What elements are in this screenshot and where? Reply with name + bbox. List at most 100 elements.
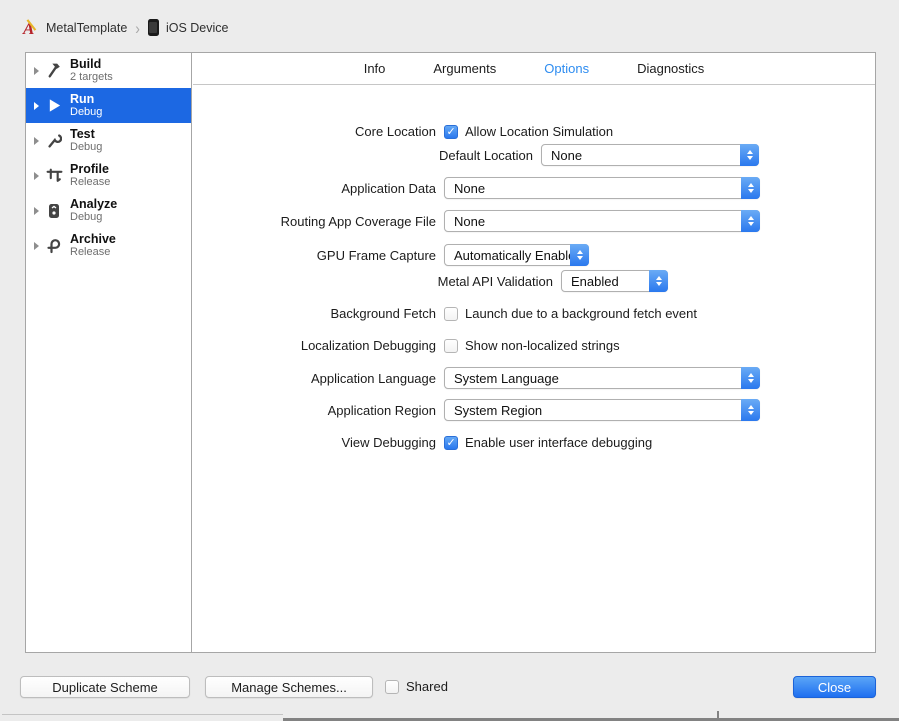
gpu-frame-capture-popup[interactable]: Automatically Enabled xyxy=(444,244,589,266)
form-row-routing-app-coverage-file: Routing App Coverage File None xyxy=(193,210,760,232)
tab-bar: Info Arguments Options Diagnostics xyxy=(193,53,875,85)
sidebar-item-title: Analyze xyxy=(70,196,118,211)
application-region-value: System Region xyxy=(454,402,543,418)
popup-stepper-icon[interactable] xyxy=(570,244,589,266)
sidebar-item-subtitle: 2 targets xyxy=(70,71,113,84)
archive-icon xyxy=(44,237,64,255)
analyze-icon xyxy=(44,202,64,220)
sidebar-item-subtitle: Debug xyxy=(70,106,103,119)
disclosure-triangle-icon[interactable] xyxy=(34,66,39,75)
options-form: Core Location Allow Location Simulation De… xyxy=(193,85,875,652)
view-debugging-checkbox[interactable] xyxy=(444,435,458,450)
popup-stepper-icon[interactable] xyxy=(741,399,760,421)
form-row-default-location: Default Location None xyxy=(193,144,759,166)
core-location-label: Core Location xyxy=(355,124,436,139)
scheme-editor-panel: Build 2 targets Run Debug Test Debug Profile Re… xyxy=(25,52,876,653)
core-location-checkbox-label: Allow Location Simulation xyxy=(465,124,614,139)
gpu-frame-capture-label: GPU Frame Capture xyxy=(316,247,436,263)
sidebar-item-subtitle: Release xyxy=(70,246,111,259)
localization-debugging-label: Localization Debugging xyxy=(300,338,436,353)
gpu-frame-capture-value: Automatically Enabled xyxy=(454,247,583,263)
disclosure-triangle-icon[interactable] xyxy=(34,206,39,215)
application-region-popup[interactable]: System Region xyxy=(444,399,760,421)
breadcrumb: A MetalTemplate › iOS Device xyxy=(20,17,229,38)
form-row-gpu-frame-capture: GPU Frame Capture Automatically Enabled xyxy=(193,244,589,266)
sidebar-item-title: Archive xyxy=(70,231,116,246)
default-location-value: None xyxy=(551,147,583,163)
sidebar-item-build[interactable]: Build 2 targets xyxy=(26,53,191,88)
metal-api-validation-value: Enabled xyxy=(571,273,619,289)
disclosure-triangle-icon[interactable] xyxy=(34,101,39,110)
localization-debugging-checkbox-label: Show non-localized strings xyxy=(465,338,620,353)
form-row-localization-debugging: Localization Debugging Show non-localized… xyxy=(193,338,620,353)
popup-stepper-icon[interactable] xyxy=(741,210,760,232)
manage-schemes-button[interactable]: Manage Schemes... xyxy=(205,676,373,698)
localization-debugging-checkbox[interactable] xyxy=(444,338,458,353)
breadcrumb-separator: › xyxy=(135,17,140,38)
sidebar-item-profile[interactable]: Profile Release xyxy=(26,158,191,193)
sidebar-item-run[interactable]: Run Debug xyxy=(26,88,191,123)
duplicate-scheme-button[interactable]: Duplicate Scheme xyxy=(20,676,190,698)
popup-stepper-icon[interactable] xyxy=(741,177,760,199)
shared-checkbox-group: Shared xyxy=(385,679,448,694)
application-language-popup[interactable]: System Language xyxy=(444,367,760,389)
form-row-application-region: Application Region System Region xyxy=(193,399,760,421)
sidebar-item-title: Build xyxy=(70,56,102,71)
sidebar-item-subtitle: Debug xyxy=(70,141,103,154)
disclosure-triangle-icon[interactable] xyxy=(34,136,39,145)
title-bar: A MetalTemplate › iOS Device xyxy=(0,0,899,52)
window-edge-tick xyxy=(717,711,719,721)
background-fetch-label: Background Fetch xyxy=(330,306,436,321)
background-fetch-checkbox-label: Launch due to a background fetch event xyxy=(465,306,698,321)
tab-arguments[interactable]: Arguments xyxy=(433,61,496,76)
disclosure-triangle-icon[interactable] xyxy=(34,171,39,180)
application-data-popup[interactable]: None xyxy=(444,177,760,199)
default-location-popup[interactable]: None xyxy=(541,144,759,166)
tab-diagnostics[interactable]: Diagnostics xyxy=(637,61,704,76)
wrench-icon xyxy=(44,132,64,150)
tab-options[interactable]: Options xyxy=(544,61,589,76)
view-debugging-checkbox-label: Enable user interface debugging xyxy=(465,435,653,450)
options-pane: Info Arguments Options Diagnostics Core Loc… xyxy=(193,53,875,652)
sidebar-item-title: Test xyxy=(70,126,95,141)
sidebar-item-test[interactable]: Test Debug xyxy=(26,123,191,158)
breadcrumb-destination[interactable]: iOS Device xyxy=(166,21,229,35)
sheet-bottom-edge xyxy=(2,714,283,715)
window-bottom-edge xyxy=(283,718,899,721)
popup-stepper-icon[interactable] xyxy=(740,144,759,166)
shared-checkbox[interactable] xyxy=(385,679,399,694)
caliper-icon xyxy=(44,167,64,185)
form-row-metal-api-validation: Metal API Validation Enabled xyxy=(193,270,668,292)
routing-app-coverage-file-label: Routing App Coverage File xyxy=(280,213,436,229)
sidebar-item-analyze[interactable]: Analyze Debug xyxy=(26,193,191,228)
breadcrumb-project[interactable]: MetalTemplate xyxy=(46,21,127,35)
popup-stepper-icon[interactable] xyxy=(649,270,668,292)
footer-bar: Duplicate Scheme Manage Schemes... Share… xyxy=(0,653,899,721)
application-data-label: Application Data xyxy=(341,180,436,196)
close-button[interactable]: Close xyxy=(793,676,876,698)
iphone-device-icon xyxy=(147,19,159,36)
xcode-project-icon: A xyxy=(20,18,39,38)
play-icon xyxy=(44,97,64,115)
application-language-label: Application Language xyxy=(310,370,436,386)
application-region-label: Application Region xyxy=(327,402,436,418)
default-location-label: Default Location xyxy=(439,147,533,163)
form-row-application-data: Application Data None xyxy=(193,177,760,199)
application-language-value: System Language xyxy=(454,370,559,386)
disclosure-triangle-icon[interactable] xyxy=(34,241,39,250)
sidebar-item-title: Run xyxy=(70,91,95,106)
tab-info[interactable]: Info xyxy=(364,61,386,76)
form-row-view-debugging: View Debugging Enable user interface debu… xyxy=(193,435,653,450)
metal-api-validation-label: Metal API Validation xyxy=(437,273,553,289)
metal-api-validation-popup[interactable]: Enabled xyxy=(561,270,668,292)
form-row-core-location: Core Location Allow Location Simulation xyxy=(193,124,613,139)
background-fetch-checkbox[interactable] xyxy=(444,306,458,321)
scheme-actions-sidebar: Build 2 targets Run Debug Test Debug Profile Re… xyxy=(26,53,192,652)
form-row-application-language: Application Language System Language xyxy=(193,367,760,389)
core-location-checkbox[interactable] xyxy=(444,124,458,139)
popup-stepper-icon[interactable] xyxy=(741,367,760,389)
routing-app-coverage-file-popup[interactable]: None xyxy=(444,210,760,232)
sidebar-item-archive[interactable]: Archive Release xyxy=(26,228,191,263)
sidebar-item-subtitle: Debug xyxy=(70,211,103,224)
shared-label: Shared xyxy=(406,679,448,694)
